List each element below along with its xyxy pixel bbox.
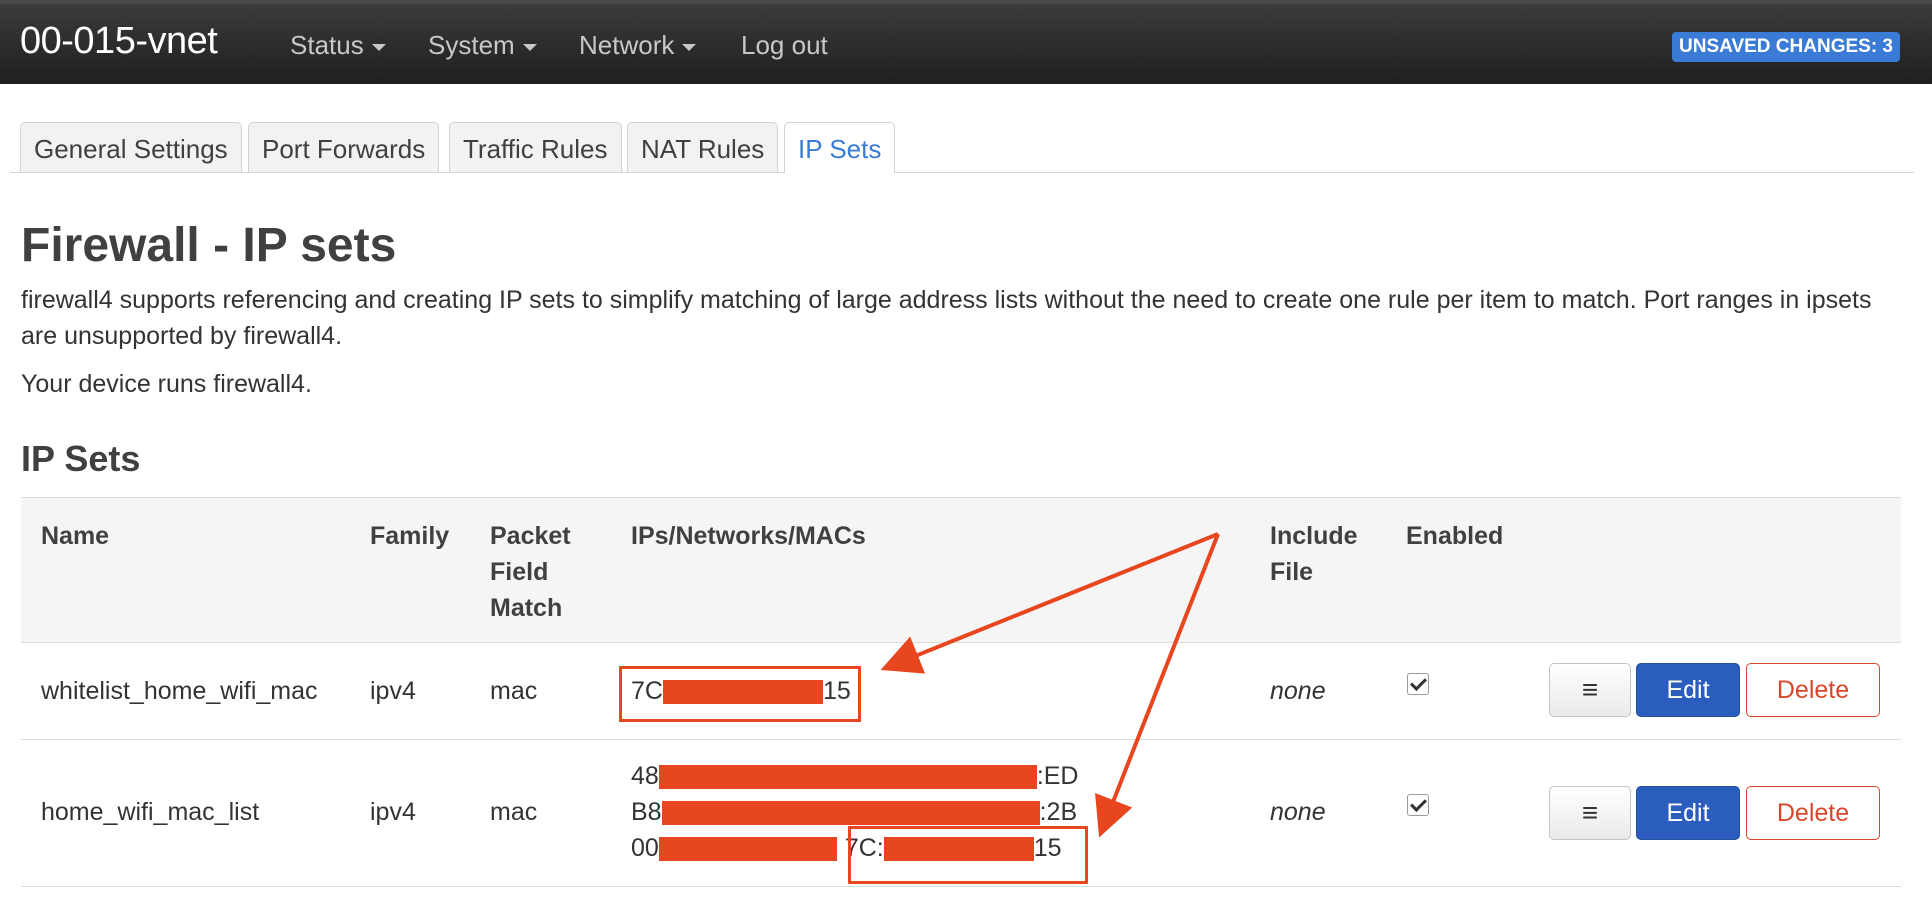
ipset-entry: B8 :2B	[631, 794, 1079, 830]
edit-button[interactable]: Edit	[1636, 663, 1740, 717]
chevron-down-icon	[522, 43, 537, 51]
nav-status-menu[interactable]: Status	[290, 30, 386, 61]
ipset-family: ipv4	[370, 677, 416, 705]
nav-network-menu[interactable]: Network	[579, 30, 697, 61]
ipset-name: home_wifi_mac_list	[41, 798, 260, 826]
chevron-down-icon	[682, 43, 697, 51]
ipset-family: ipv4	[370, 798, 416, 826]
entry-text: 00	[631, 834, 659, 862]
entry-text: B8	[631, 798, 662, 826]
redaction-bar	[658, 765, 1037, 790]
nav-logout-link[interactable]: Log out	[741, 30, 828, 61]
table-header: Name Family Packet Field Match IPs/Netwo…	[21, 497, 1901, 643]
top-navbar: 00-015-vnet Status System Network Log ou…	[0, 0, 1932, 84]
redaction-bar	[658, 837, 837, 862]
edit-button[interactable]: Edit	[1636, 786, 1740, 840]
page-title: Firewall - IP sets	[21, 219, 397, 272]
delete-button[interactable]: Delete	[1746, 786, 1880, 840]
tab-bar: General Settings Port Forwards Traffic R…	[10, 122, 1914, 173]
column-header-name: Name	[41, 522, 110, 550]
header-text: Field	[490, 558, 549, 586]
ipset-entry: 48 :ED	[631, 758, 1079, 794]
tab-nat-rules[interactable]: NAT Rules	[627, 122, 779, 172]
include-file-value: none	[1270, 677, 1326, 705]
ipset-match: mac	[490, 677, 538, 705]
highlight-box	[848, 826, 1088, 884]
entry-text: :2B	[1039, 798, 1078, 826]
more-options-button[interactable]: ≡	[1549, 663, 1631, 717]
nav-network-label: Network	[579, 30, 675, 60]
enabled-checkbox[interactable]	[1407, 794, 1429, 816]
column-header-enabled: Enabled	[1406, 522, 1504, 550]
enabled-checkbox[interactable]	[1407, 673, 1429, 695]
table-row: whitelist_home_wifi_mac ipv4 mac 7C 15 no…	[21, 643, 1901, 740]
header-text: Packet	[490, 522, 571, 550]
nav-system-menu[interactable]: System	[428, 30, 537, 61]
highlight-box	[619, 666, 861, 722]
column-header-ips: IPs/Networks/MACs	[631, 522, 866, 550]
column-header-packet-field-match: Packet Field Match	[490, 518, 571, 626]
brand-title[interactable]: 00-015-vnet	[20, 20, 218, 63]
nav-system-label: System	[428, 30, 515, 60]
column-header-include-file: Include File	[1270, 518, 1358, 590]
tab-traffic-rules[interactable]: Traffic Rules	[449, 122, 622, 172]
ipset-match: mac	[490, 798, 538, 826]
ipset-name: whitelist_home_wifi_mac	[41, 677, 318, 705]
tab-port-forwards[interactable]: Port Forwards	[248, 122, 440, 172]
more-options-button[interactable]: ≡	[1549, 786, 1631, 840]
chevron-down-icon	[371, 43, 386, 51]
include-file-value: none	[1270, 798, 1326, 826]
redaction-bar	[661, 801, 1040, 826]
entry-text: :ED	[1036, 762, 1079, 790]
delete-button[interactable]: Delete	[1746, 663, 1880, 717]
page-description: firewall4 supports referencing and creat…	[21, 286, 1872, 350]
column-header-family: Family	[370, 522, 450, 550]
section-title: IP Sets	[21, 438, 141, 479]
nav-status-label: Status	[290, 30, 364, 60]
header-text: Match	[490, 594, 563, 622]
firewall-version-note: Your device runs firewall4.	[21, 370, 312, 398]
header-text: File	[1270, 558, 1314, 586]
entry-text: 48	[631, 762, 659, 790]
tab-general-settings[interactable]: General Settings	[20, 122, 242, 172]
unsaved-changes-badge[interactable]: UNSAVED CHANGES: 3	[1672, 32, 1900, 62]
header-text: Include	[1270, 522, 1358, 550]
tab-ip-sets[interactable]: IP Sets	[784, 122, 896, 173]
